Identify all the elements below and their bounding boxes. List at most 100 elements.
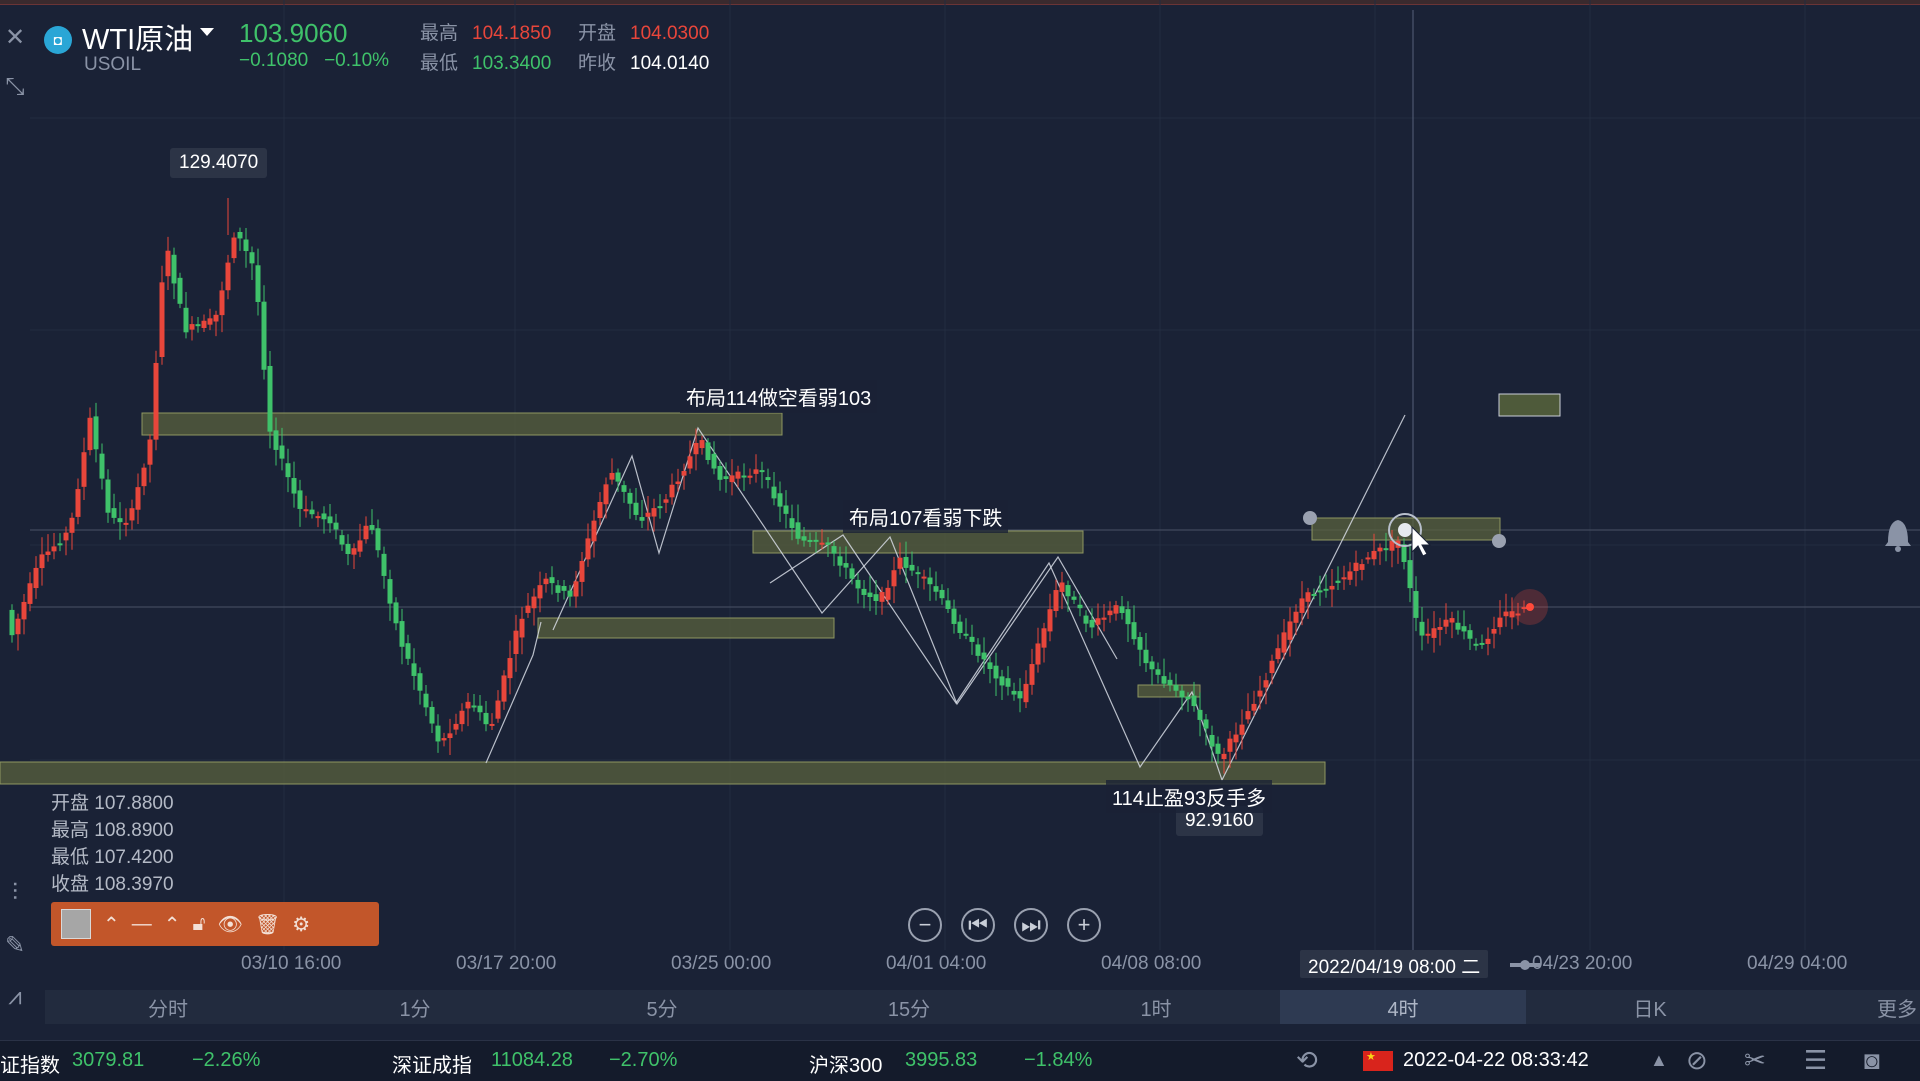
candle-body — [615, 472, 621, 482]
candle-body — [1293, 611, 1299, 623]
candle-body — [1065, 585, 1071, 597]
candle-body — [39, 554, 45, 569]
candle-body — [1467, 630, 1473, 639]
candle-body — [117, 518, 123, 523]
candle-body — [135, 487, 141, 510]
candle-body — [729, 475, 735, 483]
candle-body — [561, 586, 567, 591]
period-tab[interactable]: 日K — [1527, 990, 1773, 1024]
candle-body — [243, 239, 249, 252]
candle-body — [159, 282, 165, 358]
candle-body — [1275, 648, 1281, 660]
candle-body — [753, 469, 759, 474]
chevron-up-icon[interactable]: ⌃ — [164, 902, 181, 946]
candle-body — [1125, 609, 1131, 625]
candle-body — [375, 528, 381, 551]
skip-back-icon[interactable]: ⏮︎ — [961, 908, 995, 942]
draw-pen-icon[interactable]: ✎ — [0, 928, 30, 962]
symbol-name[interactable]: WTI原油 — [82, 16, 193, 58]
candle-body — [1047, 609, 1053, 632]
close-icon[interactable]: ✕ — [0, 20, 30, 54]
candle-body — [939, 589, 945, 599]
eye-icon[interactable]: 👁︎ — [218, 902, 243, 946]
candle-body — [873, 594, 879, 601]
camera-icon[interactable]: ◙ — [1864, 1045, 1880, 1076]
candle-body — [609, 472, 615, 480]
chevron-down-icon[interactable] — [200, 28, 214, 36]
candle-body — [945, 600, 951, 609]
candle-body — [837, 556, 843, 566]
candle-body — [675, 481, 681, 485]
period-tab[interactable]: 15分 — [786, 990, 1032, 1024]
candle-body — [1443, 619, 1449, 627]
settings-icon[interactable]: ⚙︎ — [292, 902, 310, 946]
candle-body — [1329, 585, 1335, 590]
candle-body — [213, 314, 219, 322]
candle-body — [831, 546, 837, 554]
candle-body — [1371, 550, 1377, 560]
candle-body — [141, 467, 147, 487]
index-name-2[interactable]: 沪深300 — [809, 1049, 882, 1078]
candle-body — [453, 723, 459, 730]
annotation-short-114[interactable]: 布局114做空看弱103 — [680, 380, 878, 413]
trash-icon[interactable]: 🗑︎ — [255, 902, 280, 946]
index-name-1[interactable]: 深证成指 — [392, 1049, 472, 1078]
candle-body — [657, 506, 663, 509]
indicator-icon[interactable]: ⫶ — [0, 876, 30, 910]
candle-body — [1017, 691, 1023, 699]
candle-low: 最低 107.4200 — [51, 847, 174, 868]
candle-body — [1317, 590, 1323, 593]
period-tab[interactable]: 分时 — [45, 990, 291, 1024]
annotation-107[interactable]: 布局107看弱下跌 — [843, 500, 1009, 533]
signal-icon[interactable]: ⟲ — [1296, 1045, 1318, 1076]
candle-body — [459, 710, 465, 725]
annotation-93[interactable]: 114止盈93反手多 — [1106, 780, 1273, 813]
candle-body — [579, 560, 585, 582]
crosshair-time-label: 2022/04/19 08:00 二 — [1300, 950, 1489, 978]
candle-body — [1353, 562, 1359, 572]
time-axis-label: 04/08 08:00 — [1101, 953, 1202, 974]
color-swatch-icon[interactable] — [61, 902, 91, 946]
zoom-in-icon[interactable]: + — [1067, 908, 1101, 942]
chevron-up-icon[interactable]: ⌃ — [103, 902, 120, 946]
candle-body — [1437, 626, 1443, 630]
time-axis-label: 03/25 00:00 — [671, 953, 772, 974]
index-name-0[interactable]: 证指数 — [0, 1049, 60, 1078]
candle-body — [129, 508, 135, 521]
candle-body — [255, 265, 261, 302]
candle-body — [105, 479, 111, 513]
candle-body — [345, 543, 351, 555]
candle-body — [1005, 678, 1011, 687]
candle-body — [1011, 690, 1017, 695]
line-style-icon[interactable]: — — [132, 902, 152, 946]
period-tab[interactable]: 1时 — [1033, 990, 1279, 1024]
candle-body — [171, 254, 177, 284]
symbol-code: USOIL — [84, 54, 142, 75]
skip-forward-icon[interactable]: ⏭︎ — [1014, 908, 1048, 942]
collapse-icon[interactable]: ⤡ — [0, 70, 30, 104]
candle-body — [87, 417, 93, 451]
list-icon[interactable]: ☰ — [1804, 1045, 1827, 1076]
candle-body — [279, 445, 285, 459]
candle-body — [249, 252, 255, 264]
tools-icon[interactable]: ✂ — [1744, 1045, 1766, 1076]
candle-body — [1083, 615, 1089, 624]
candle-body — [1227, 738, 1233, 752]
candle-body — [1263, 680, 1269, 688]
candle-body — [435, 725, 441, 742]
period-tab[interactable]: 5分 — [539, 990, 785, 1024]
candlestick-chart[interactable] — [0, 0, 1920, 970]
period-tab[interactable]: 更多 — [1774, 990, 1920, 1024]
candle-body — [1161, 676, 1167, 684]
lock-icon[interactable]: 🔓︎ — [193, 902, 206, 946]
triangle-up-icon[interactable]: ▲ — [1650, 1050, 1668, 1071]
candle-body — [1149, 661, 1155, 670]
zoom-out-icon[interactable]: − — [908, 908, 942, 942]
index-value-0: 3079.81 — [72, 1049, 145, 1071]
period-tab[interactable]: 4时 — [1280, 990, 1526, 1024]
trend-line-icon[interactable]: ⩘ — [0, 980, 30, 1014]
period-tab[interactable]: 1分 — [292, 990, 538, 1024]
candle-body — [1179, 690, 1185, 698]
no-chart-icon[interactable]: ⊘ — [1686, 1045, 1708, 1076]
candle-body — [1185, 696, 1191, 700]
